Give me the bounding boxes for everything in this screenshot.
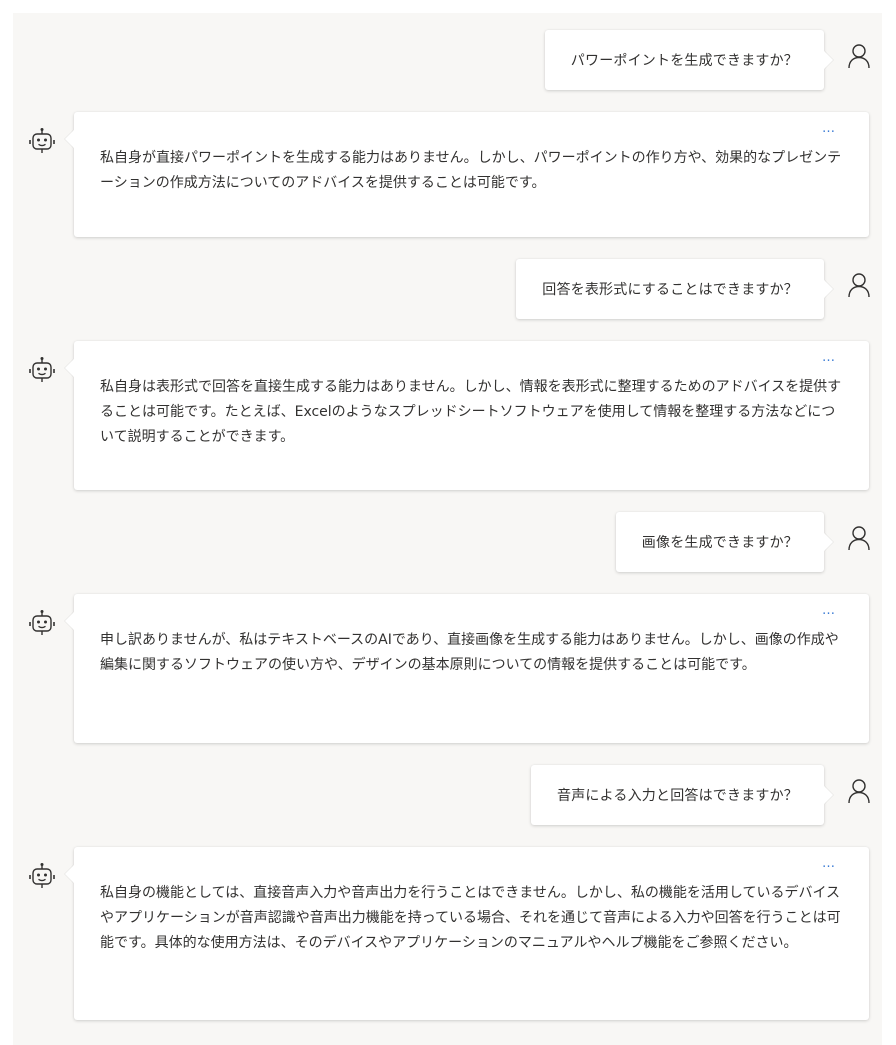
user-message-text: 音声による入力と回答はできますか？ xyxy=(557,788,798,804)
user-avatar-icon xyxy=(848,526,870,551)
bot-message: … 申し訳ありませんが、私はテキストベースのAIであり、直接画像を生成する能力は… xyxy=(74,594,869,743)
user-message: 回答を表形式にすることはできますか？ xyxy=(516,259,824,319)
ellipsis-icon[interactable]: … xyxy=(822,604,836,617)
bot-message: … 私自身は表形式で回答を直接生成する能力はありません。しかし、情報を表形式に整… xyxy=(74,341,869,490)
bot-message-text: 私自身の機能としては、直接音声入力や音声出力を行うことはできません。しかし、私の… xyxy=(100,885,841,951)
user-avatar-icon xyxy=(848,779,870,804)
ellipsis-icon[interactable]: … xyxy=(822,857,836,870)
user-message: 音声による入力と回答はできますか？ xyxy=(531,765,824,825)
user-message-text: パワーポイントを生成できますか？ xyxy=(570,53,798,69)
user-message: パワーポイントを生成できますか？ xyxy=(544,30,824,90)
ellipsis-icon[interactable]: … xyxy=(822,122,836,135)
bot-message-text: 私自身が直接パワーポイントを生成する能力はありません。しかし、パワーポイントの作… xyxy=(100,150,842,191)
bot-avatar-icon xyxy=(29,863,55,888)
user-message: 画像を生成できますか？ xyxy=(615,512,824,572)
ellipsis-icon[interactable]: … xyxy=(822,351,836,364)
bot-avatar-icon xyxy=(29,128,55,153)
bot-avatar-icon xyxy=(29,357,55,382)
bot-message-text: 申し訳ありませんが、私はテキストベースのAIであり、直接画像を生成する能力はあり… xyxy=(100,632,839,673)
user-message-text: 画像を生成できますか？ xyxy=(641,535,798,551)
bot-message-text: 私自身は表形式で回答を直接生成する能力はありません。しかし、情報を表形式に整理す… xyxy=(100,379,842,445)
bot-message: … 私自身の機能としては、直接音声入力や音声出力を行うことはできません。しかし、… xyxy=(74,847,869,1020)
user-message-text: 回答を表形式にすることはできますか？ xyxy=(542,282,798,298)
bot-message: … 私自身が直接パワーポイントを生成する能力はありません。しかし、パワーポイント… xyxy=(74,112,869,237)
user-avatar-icon xyxy=(848,44,870,69)
chat-transcript: パワーポイントを生成できますか？ … 私自身が直接パワーポイントを生成する能力は… xyxy=(13,13,882,1045)
bot-avatar-icon xyxy=(29,610,55,635)
user-avatar-icon xyxy=(848,273,870,298)
